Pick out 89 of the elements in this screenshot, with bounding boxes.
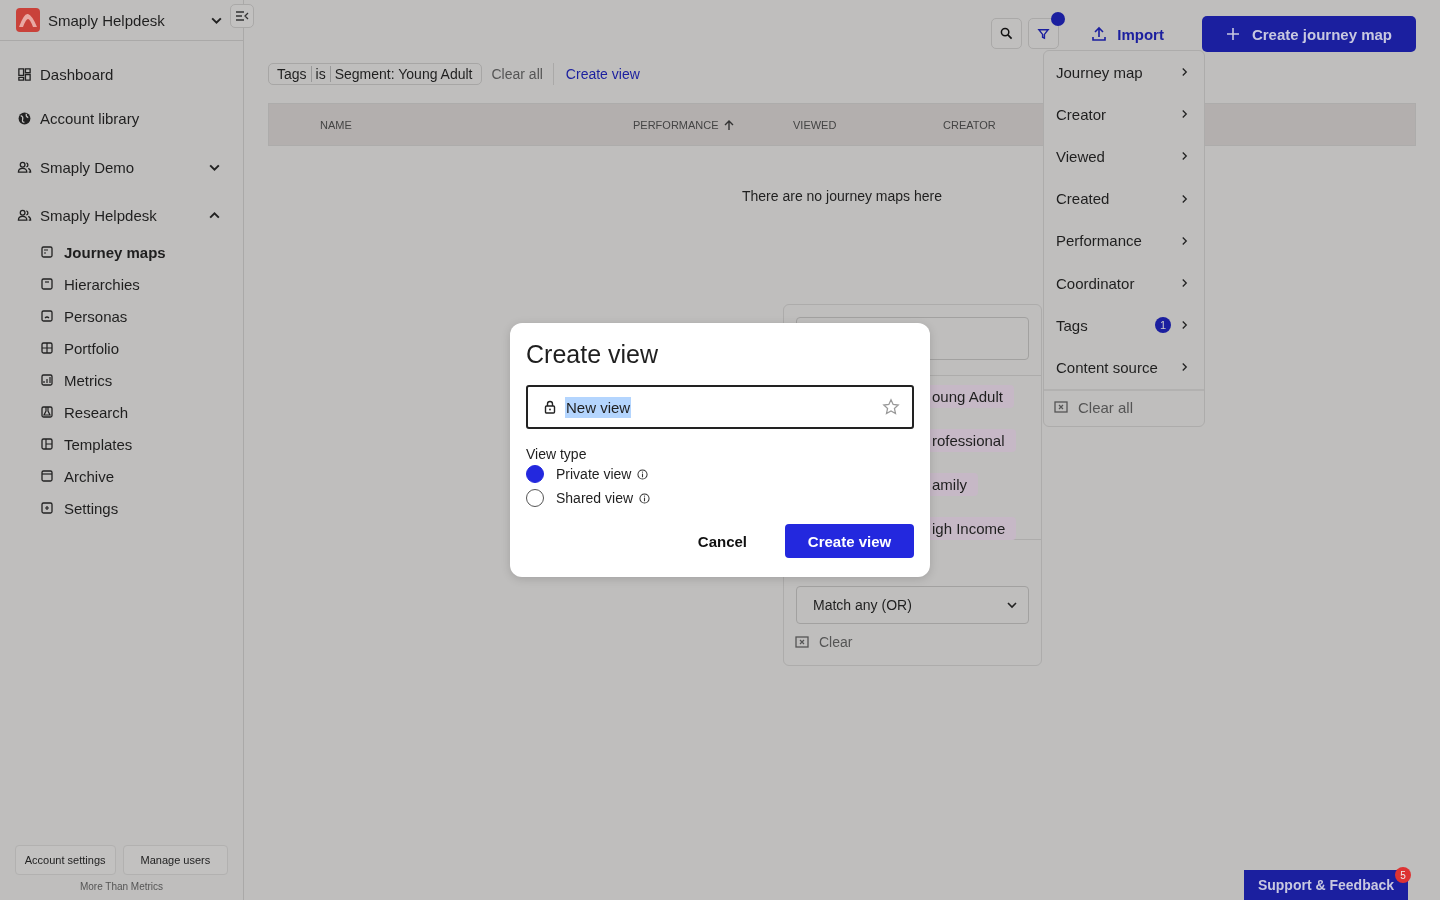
dashboard-icon — [17, 66, 32, 82]
empty-message: There are no journey maps here — [742, 188, 942, 204]
nav-item[interactable]: Account library — [0, 96, 243, 140]
sidebar-item[interactable]: Hierarchies — [0, 268, 243, 300]
create-view-link[interactable]: Create view — [565, 66, 640, 82]
cancel-button[interactable]: Cancel — [691, 531, 753, 551]
item-icon — [40, 501, 54, 515]
chevron-right-icon — [1181, 109, 1188, 120]
filter-menu-item[interactable]: Viewed — [1044, 135, 1204, 178]
clear-all-link[interactable]: Clear all — [491, 66, 543, 82]
view-name-field[interactable]: New view — [526, 385, 914, 429]
option-label: Shared view — [556, 490, 634, 506]
tag-option[interactable]: amily — [930, 473, 978, 496]
create-journey-map-button[interactable]: Create journey map — [1201, 16, 1416, 52]
count-badge: 1 — [1155, 317, 1171, 334]
clear-icon — [1054, 401, 1068, 413]
sidebar-item[interactable]: Settings — [0, 492, 243, 524]
workspace-group[interactable]: Smaply Helpdesk — [0, 194, 243, 236]
search-icon — [1000, 27, 1014, 40]
globe-icon — [17, 110, 32, 126]
users-icon — [17, 159, 32, 175]
item-icon — [40, 437, 54, 451]
footer-button[interactable]: Account settings — [14, 845, 116, 875]
chevron-right-icon — [1181, 235, 1188, 246]
filter-menu-item[interactable]: Created — [1044, 177, 1204, 220]
filter-menu-item[interactable]: Performance — [1044, 219, 1204, 262]
nav-item[interactable]: Dashboard — [0, 52, 243, 96]
chevron-right-icon — [1181, 278, 1188, 289]
filter-icon — [1037, 27, 1051, 40]
sidebar-item[interactable]: Research — [0, 396, 243, 428]
import-button[interactable]: Import — [1065, 25, 1196, 43]
logo-icon — [16, 8, 40, 32]
tagline: More Than Metrics — [79, 881, 164, 892]
chevron-down-icon — [1006, 599, 1018, 611]
view-type-label: View type — [526, 446, 588, 462]
chevron-right-icon — [1181, 362, 1188, 373]
collapse-sidebar-button[interactable] — [230, 4, 254, 28]
workspace-group[interactable]: Smaply Demo — [0, 146, 243, 188]
item-icon — [40, 341, 54, 355]
filter-button[interactable] — [1028, 18, 1060, 49]
column-header[interactable]: PERFORMANCE — [633, 118, 793, 131]
item-icon — [40, 373, 54, 387]
filter-menu-item[interactable]: Tags 1 — [1044, 304, 1204, 347]
sidebar-item[interactable]: Portfolio — [0, 332, 243, 364]
sidebar-item[interactable]: Personas — [0, 300, 243, 332]
filter-menu-item[interactable]: Coordinator — [1044, 261, 1204, 305]
star-icon[interactable] — [882, 398, 900, 416]
clear-icon — [795, 636, 809, 648]
filter-menu-item[interactable]: Journey map — [1044, 51, 1204, 94]
tag-option[interactable]: rofessional — [930, 429, 1016, 452]
info-icon[interactable] — [637, 468, 649, 480]
item-icon — [40, 469, 54, 483]
upload-icon — [1091, 26, 1108, 42]
sidebar-item[interactable]: Journey maps — [0, 236, 243, 268]
item-icon — [40, 245, 54, 259]
chevron-right-icon — [1181, 151, 1188, 162]
tag-option[interactable]: oung Adult — [930, 385, 1014, 408]
item-icon — [40, 405, 54, 419]
option-label: Private view — [556, 466, 632, 482]
workspace-name: Smaply Helpdesk — [48, 11, 166, 29]
info-icon[interactable] — [639, 492, 651, 504]
tag-option[interactable]: igh Income — [930, 517, 1017, 540]
match-mode-select[interactable]: Match any (OR) — [796, 586, 1029, 624]
column-header[interactable]: VIEWED — [793, 118, 943, 131]
users-icon — [17, 207, 32, 223]
clear-all-button[interactable]: Clear all — [1054, 398, 1134, 416]
collapse-icon — [235, 9, 249, 23]
chevron-right-icon — [1181, 193, 1188, 204]
dialog-title: Create view — [526, 339, 659, 369]
item-icon — [40, 309, 54, 323]
plus-icon — [1225, 27, 1240, 41]
lock-icon — [544, 400, 556, 414]
item-icon — [40, 277, 54, 291]
sidebar-item[interactable]: Archive — [0, 460, 243, 492]
clear-button[interactable]: Clear — [795, 634, 853, 650]
search-button[interactable] — [991, 18, 1023, 49]
filter-chip[interactable]: Tags is Segment: Young Adult — [268, 63, 482, 85]
footer-button[interactable]: Manage users — [122, 845, 229, 875]
create-view-button[interactable]: Create view — [785, 524, 914, 558]
sidebar-item[interactable]: Templates — [0, 428, 243, 460]
notification-badge: 5 — [1395, 867, 1411, 883]
sidebar-item[interactable]: Metrics — [0, 364, 243, 396]
radio-button[interactable] — [526, 465, 544, 483]
column-header[interactable]: CREATOR — [943, 118, 996, 131]
filter-menu-item[interactable]: Content source — [1044, 346, 1204, 389]
chevron-right-icon — [1181, 67, 1188, 78]
chevron-right-icon — [1181, 320, 1188, 331]
filter-menu-item[interactable]: Creator — [1044, 93, 1204, 136]
column-header[interactable]: NAME — [320, 118, 633, 131]
